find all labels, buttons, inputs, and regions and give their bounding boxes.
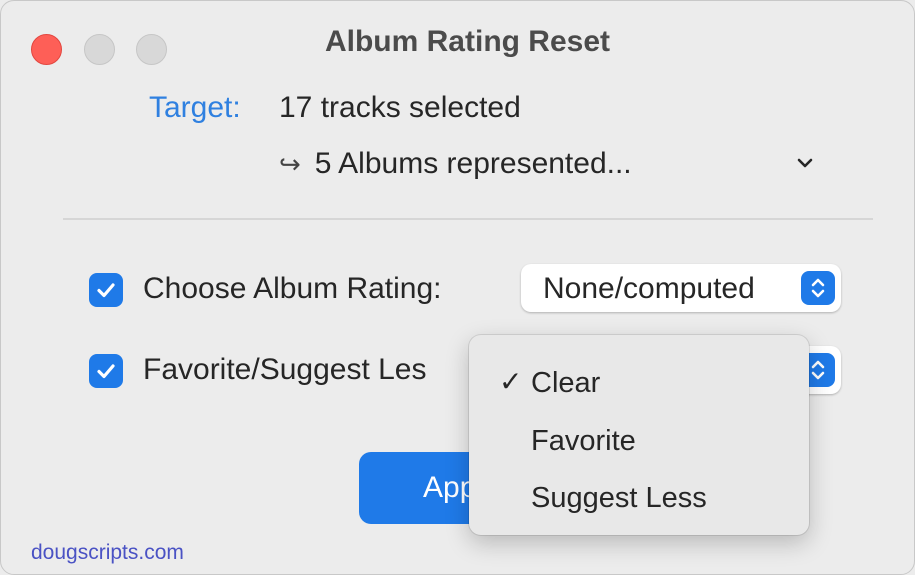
menu-item-favorite[interactable]: Favorite bbox=[469, 413, 809, 463]
albums-text: 5 Albums represented... bbox=[314, 147, 632, 180]
album-rating-popup[interactable]: None/computed bbox=[521, 264, 841, 312]
albums-disclosure[interactable]: ↪ 5 Albums represented... bbox=[279, 147, 632, 181]
favorite-dropdown-menu: ✓ Clear Favorite Suggest Less bbox=[469, 335, 809, 535]
menu-item-label: Favorite bbox=[531, 425, 636, 457]
dialog-window: Album Rating Reset Target: 17 tracks sel… bbox=[0, 0, 915, 575]
favorite-label: Favorite/Suggest Les bbox=[143, 353, 427, 386]
favorite-checkbox[interactable] bbox=[89, 354, 123, 388]
checkmark-icon bbox=[97, 283, 115, 298]
album-rating-checkbox[interactable] bbox=[89, 273, 123, 307]
menu-item-label: Suggest Less bbox=[531, 482, 707, 514]
popup-stepper-icon bbox=[801, 271, 835, 305]
footer-link[interactable]: dougscripts.com bbox=[31, 541, 184, 565]
checkmark-icon bbox=[97, 364, 115, 379]
menu-item-suggest-less[interactable]: Suggest Less bbox=[469, 470, 809, 520]
menu-item-label: Clear bbox=[531, 367, 601, 399]
target-label: Target: bbox=[149, 91, 241, 124]
separator bbox=[63, 218, 873, 220]
chevron-down-icon[interactable] bbox=[793, 151, 817, 175]
checkmark-icon: ✓ bbox=[499, 366, 523, 397]
album-rating-label: Choose Album Rating: bbox=[143, 272, 442, 305]
target-value: 17 tracks selected bbox=[279, 91, 521, 124]
window-title: Album Rating Reset bbox=[324, 25, 611, 58]
menu-item-clear[interactable]: ✓ Clear bbox=[469, 355, 809, 405]
return-arrow-icon: ↪ bbox=[279, 148, 301, 179]
album-rating-value: None/computed bbox=[543, 272, 755, 305]
